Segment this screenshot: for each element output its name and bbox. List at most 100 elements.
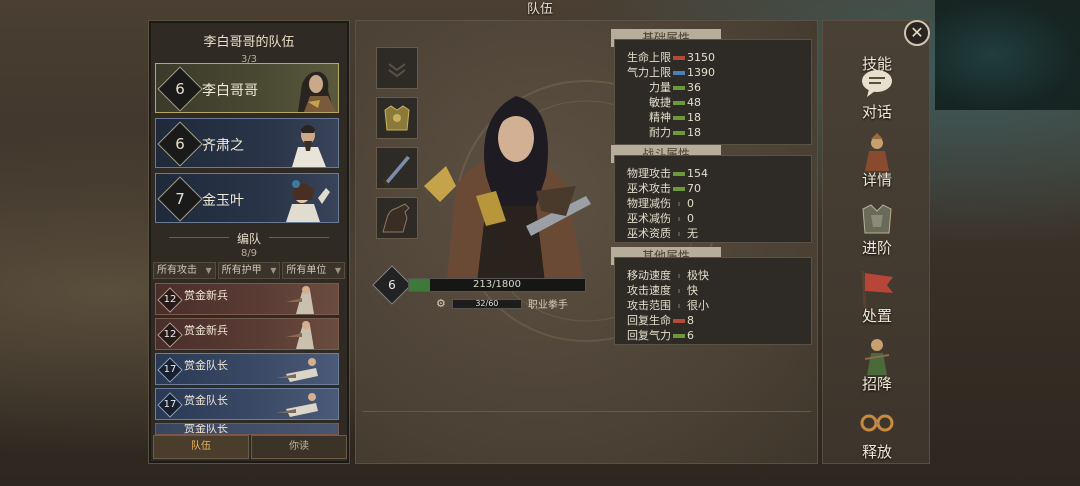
accessory-icon — [388, 63, 406, 78]
filter-row: 所有攻击 ▼ 所有护甲 ▼ 所有单位 ▼ — [153, 262, 346, 279]
stat-label: 力量 — [649, 81, 671, 94]
close-button[interactable]: ✕ — [904, 20, 930, 46]
menu-label: 招降 — [861, 375, 892, 393]
unit-card[interactable]: 赏金队长 — [155, 423, 339, 435]
stat-row: 移动速度 极快 — [615, 268, 811, 283]
stat-value: 48 — [687, 96, 701, 109]
menu-label: 处置 — [861, 307, 892, 325]
hero-card[interactable]: 6 李白哥哥 — [155, 63, 339, 113]
filter-label: 所有护甲 — [221, 265, 262, 276]
unit-card[interactable]: 17 赏金队长 — [155, 388, 339, 420]
stat-label: 攻击范围 — [627, 299, 671, 312]
filter-armor-dropdown[interactable]: 所有护甲 ▼ — [217, 262, 281, 279]
recruit-button[interactable]: 招降 — [823, 333, 931, 401]
unit-figure — [286, 286, 314, 314]
unit-level: 12 — [163, 294, 177, 305]
stat-row: 回复气力 6 — [615, 328, 811, 343]
unit-card[interactable]: 12 赏金新兵 — [155, 283, 339, 315]
equip-slot-armor[interactable] — [376, 97, 418, 139]
stat-label: 回复气力 — [627, 329, 671, 342]
stat-bar — [671, 313, 687, 328]
stat-bar — [671, 125, 687, 140]
equip-slot-empty[interactable] — [376, 47, 418, 89]
stat-row: 气力上限 1390 — [615, 65, 811, 80]
center-bottom-area — [362, 411, 811, 455]
hero-portrait — [292, 125, 326, 167]
stat-bar — [671, 283, 687, 298]
character-portrait — [424, 96, 591, 291]
stat-bar — [671, 298, 687, 313]
exp-bar: 32/60 — [451, 298, 522, 309]
hero-name: 齐肃之 — [202, 138, 244, 154]
stat-row: 攻击范围 很小 — [615, 298, 811, 313]
profession-label: 职业拳手 — [527, 300, 568, 311]
unit-card[interactable]: 17 赏金队长 — [155, 353, 339, 385]
stat-bar — [671, 80, 687, 95]
unit-name: 赏金新兵 — [184, 324, 228, 337]
unit-figure — [286, 321, 314, 349]
speech-bubble-icon — [862, 70, 892, 97]
gear-icon: ⚙ — [436, 297, 446, 310]
tab-team[interactable]: 队伍 — [153, 435, 249, 459]
equip-slot-weapon[interactable] — [376, 147, 418, 189]
bottom-tabs: 队伍 你读 — [153, 435, 347, 459]
team-panel: 李白哥哥的队伍 3/3 6 李白哥哥 6 齐肃之 7 金玉叶 编队 8/9 所有… — [148, 20, 350, 464]
stat-bar — [671, 166, 687, 181]
hp-bar: 213/1800 — [408, 278, 586, 292]
hero-name: 李白哥哥 — [202, 83, 258, 99]
stat-label: 回复生命 — [627, 314, 671, 327]
dispose-button[interactable]: 处置 — [823, 265, 931, 333]
equip-slot-mount[interactable] — [376, 197, 418, 239]
stat-row: 生命上限 3150 — [615, 50, 811, 65]
stat-label: 敏捷 — [649, 96, 671, 109]
stat-row: 巫术资质 无 — [615, 226, 811, 241]
stat-row: 精神 18 — [615, 110, 811, 125]
exp-text: 32/60 — [475, 298, 499, 308]
unit-card[interactable]: 12 赏金新兵 — [155, 318, 339, 350]
character-panel: 6 213/1800 ⚙ 32/60 职业拳手 基础属性 生命上限 3150 气力上… — [355, 20, 818, 464]
stat-value: 0 — [687, 212, 694, 225]
stat-value: 70 — [687, 182, 701, 195]
stat-bar — [671, 95, 687, 110]
stat-value: 极快 — [687, 269, 709, 282]
stat-value: 154 — [687, 167, 708, 180]
menu-label: 释放 — [861, 443, 892, 461]
tab-second[interactable]: 你读 — [251, 435, 347, 459]
stat-bar — [671, 65, 687, 80]
release-button[interactable]: 释放 — [823, 401, 931, 469]
filter-unit-dropdown[interactable]: 所有单位 ▼ — [282, 262, 346, 279]
team-title: 李白哥哥的队伍 — [203, 35, 295, 50]
stat-value: 无 — [687, 227, 698, 240]
unit-name: 赏金新兵 — [184, 289, 228, 302]
hero-portrait — [298, 71, 336, 112]
menu-label: 详情 — [861, 171, 892, 189]
filter-attack-dropdown[interactable]: 所有攻击 ▼ — [153, 262, 216, 279]
stat-value: 1390 — [687, 66, 715, 79]
stat-label: 巫术减伤 — [627, 212, 671, 225]
stat-bar — [671, 328, 687, 343]
dialog-button[interactable]: 对话 — [823, 61, 931, 129]
stat-value: 很小 — [687, 299, 709, 312]
other-stats-block: 移动速度 极快 攻击速度 快攻击范围 很小回复生命 8 回复气力 6 — [614, 257, 812, 345]
basic-stats-block: 生命上限 3150 气力上限 1390 力量 36 敏捷 48 精神 18 耐力 18 — [614, 39, 812, 145]
stat-label: 生命上限 — [627, 51, 671, 64]
stat-row: 物理攻击 154 — [615, 166, 811, 181]
unit-level: 12 — [163, 329, 177, 340]
filter-label: 所有攻击 — [157, 265, 197, 276]
stat-value: 0 — [687, 197, 694, 210]
filter-label: 所有单位 — [286, 265, 327, 276]
stat-row: 攻击速度 快 — [615, 283, 811, 298]
stat-row: 敏捷 48 — [615, 95, 811, 110]
hero-card[interactable]: 6 齐肃之 — [155, 118, 339, 168]
stat-value: 8 — [687, 314, 694, 327]
squad-count: 8/9 — [240, 248, 258, 259]
shackles-icon — [860, 414, 894, 432]
hero-card[interactable]: 7 金玉叶 — [155, 173, 339, 223]
combat-stats-block: 物理攻击 154 巫术攻击 70 物理减伤 0 巫术减伤 0 巫术资质 无 — [614, 155, 812, 243]
details-button[interactable]: 详情 — [823, 129, 931, 197]
stat-label: 移动速度 — [627, 269, 671, 282]
stat-bar — [671, 181, 687, 196]
stat-label: 耐力 — [649, 126, 671, 139]
stat-label: 巫术攻击 — [627, 182, 671, 195]
advance-button[interactable]: 进阶 — [823, 197, 931, 265]
